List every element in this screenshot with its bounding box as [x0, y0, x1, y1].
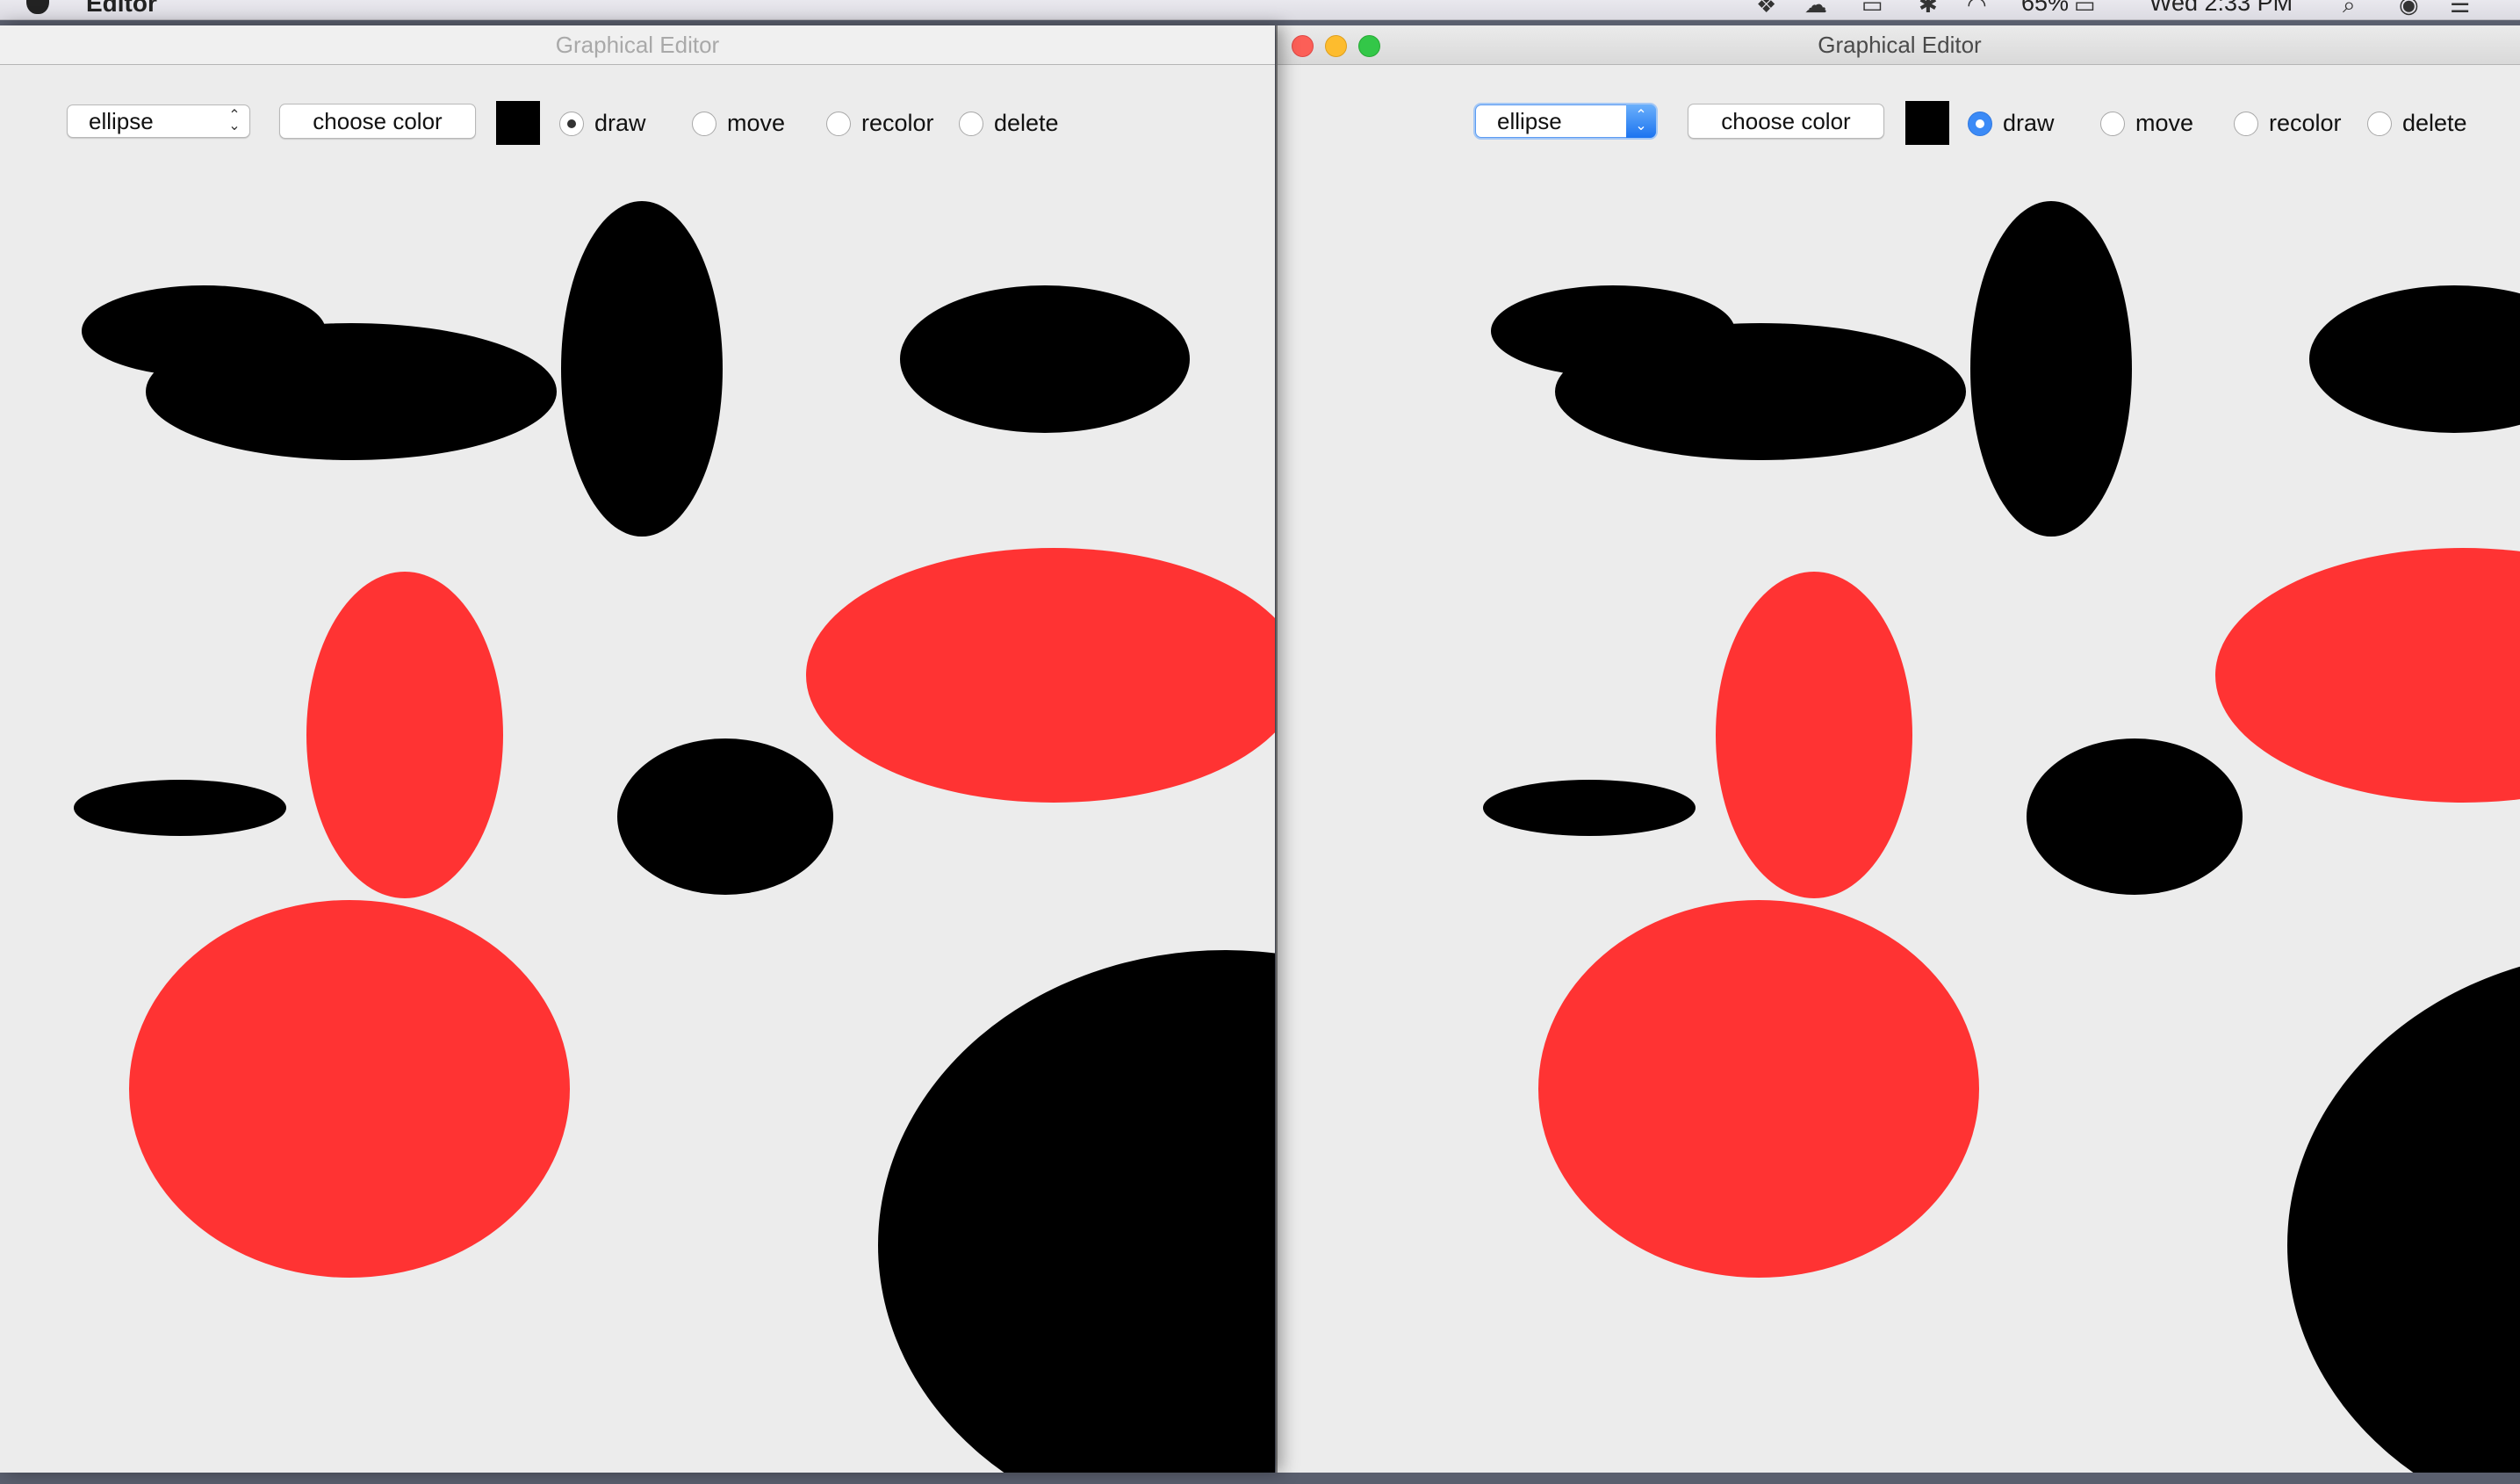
ellipse-shape[interactable]: [306, 572, 503, 898]
radio-recolor[interactable]: recolor: [826, 110, 934, 137]
radio-indicator[interactable]: [959, 112, 983, 136]
radio-label: move: [2135, 110, 2194, 136]
toolbar: ellipse ⌃ ⌄ choose color draw move recolo…: [0, 64, 1275, 145]
choose-color-button[interactable]: choose color: [1688, 104, 1884, 139]
shapes-layer: [74, 201, 1275, 1473]
spotlight-search-icon[interactable]: ⌕: [2343, 0, 2356, 19]
airplay-icon[interactable]: ▭: [1861, 0, 1883, 18]
wifi-icon[interactable]: ◠: [1967, 0, 1987, 18]
shapes-layer: [1483, 201, 2520, 1473]
radio-delete[interactable]: delete: [959, 110, 1059, 137]
shape-select[interactable]: ellipse ⌃ ⌄: [1475, 104, 1656, 138]
radio-indicator[interactable]: [1968, 112, 1992, 136]
radio-recolor[interactable]: recolor: [2234, 110, 2342, 137]
current-color-swatch: [496, 101, 540, 145]
drawing-canvas[interactable]: [0, 143, 1275, 1473]
toolbar: ellipse ⌃ ⌄ choose color draw move recolo…: [1278, 64, 2520, 145]
app-menu-name[interactable]: Editor: [86, 0, 157, 18]
radio-draw[interactable]: draw: [559, 110, 646, 137]
ellipse-shape[interactable]: [900, 285, 1190, 433]
battery-percent: 65%: [2021, 0, 2070, 16]
radio-indicator[interactable]: [559, 112, 584, 136]
choose-color-button[interactable]: choose color: [279, 104, 476, 139]
radio-indicator[interactable]: [2234, 112, 2258, 136]
editor-window-active: Graphical Editor ellipse ⌃ ⌄ choose color…: [1276, 25, 2520, 1473]
radio-indicator[interactable]: [2100, 112, 2125, 136]
shape-select[interactable]: ellipse ⌃ ⌄: [67, 104, 250, 138]
close-window-icon[interactable]: [1292, 35, 1314, 57]
ellipse-shape[interactable]: [74, 780, 286, 836]
radio-label: delete: [994, 110, 1059, 136]
ellipse-shape[interactable]: [129, 900, 570, 1278]
battery-icon[interactable]: ▭: [2074, 0, 2096, 18]
ellipse-shape[interactable]: [1538, 900, 1979, 1278]
shape-select-value: ellipse: [89, 108, 154, 134]
ellipse-shape[interactable]: [2215, 548, 2520, 803]
zoom-window-icon[interactable]: [1358, 35, 1380, 57]
menu-clock[interactable]: Wed 2:33 PM: [2149, 0, 2293, 17]
radio-label: draw: [594, 110, 646, 136]
editor-window-background: Graphical Editor ellipse ⌃ ⌄ choose color…: [0, 25, 1275, 1473]
ellipse-shape[interactable]: [617, 738, 833, 895]
current-color-swatch: [1905, 101, 1949, 145]
radio-label: recolor: [861, 110, 934, 136]
bluetooth-icon[interactable]: ✱: [1919, 0, 1938, 18]
ellipse-shape[interactable]: [806, 548, 1275, 803]
notification-center-icon[interactable]: ☰: [2450, 0, 2470, 18]
chevron-updown-icon: ⌃ ⌄: [228, 108, 241, 133]
ellipse-shape[interactable]: [1716, 572, 1912, 898]
menu-bar: Editor ❖ ☁ ▭ ✱ ◠ 65% ▭ Wed 2:33 PM ⌕ ◉ ☰: [0, 0, 2520, 20]
window-title: Graphical Editor: [1818, 32, 1982, 58]
radio-label: recolor: [2269, 110, 2342, 136]
radio-label: move: [727, 110, 786, 136]
radio-delete[interactable]: delete: [2367, 110, 2467, 137]
chevron-updown-icon: ⌃ ⌄: [1626, 104, 1656, 138]
radio-label: draw: [2003, 110, 2055, 136]
radio-label: delete: [2402, 110, 2467, 136]
ellipse-shape[interactable]: [1555, 323, 1966, 460]
ellipse-shape[interactable]: [2309, 285, 2520, 433]
minimize-window-icon[interactable]: [1325, 35, 1347, 57]
window-title: Graphical Editor: [555, 32, 720, 58]
radio-move[interactable]: move: [2100, 110, 2193, 137]
ellipse-shape[interactable]: [561, 201, 723, 537]
ellipse-shape[interactable]: [878, 950, 1275, 1473]
siri-icon[interactable]: ◉: [2399, 0, 2419, 18]
cloud-icon[interactable]: ☁: [1804, 0, 1827, 18]
ellipse-shape[interactable]: [1970, 201, 2132, 537]
window-titlebar[interactable]: Graphical Editor: [1278, 25, 2520, 65]
shape-select-value: ellipse: [1497, 108, 1562, 134]
ellipse-shape[interactable]: [2287, 950, 2520, 1473]
radio-indicator[interactable]: [826, 112, 851, 136]
apple-logo-icon[interactable]: [26, 0, 49, 14]
ellipse-shape[interactable]: [1483, 780, 1696, 836]
ellipse-shape[interactable]: [146, 323, 557, 460]
radio-indicator[interactable]: [692, 112, 716, 136]
radio-indicator[interactable]: [2367, 112, 2392, 136]
radio-draw[interactable]: draw: [1968, 110, 2055, 137]
ellipse-shape[interactable]: [2027, 738, 2243, 895]
dropbox-icon[interactable]: ❖: [1756, 0, 1776, 18]
radio-move[interactable]: move: [692, 110, 785, 137]
window-titlebar[interactable]: Graphical Editor: [0, 25, 1275, 65]
drawing-canvas[interactable]: [1278, 143, 2520, 1473]
